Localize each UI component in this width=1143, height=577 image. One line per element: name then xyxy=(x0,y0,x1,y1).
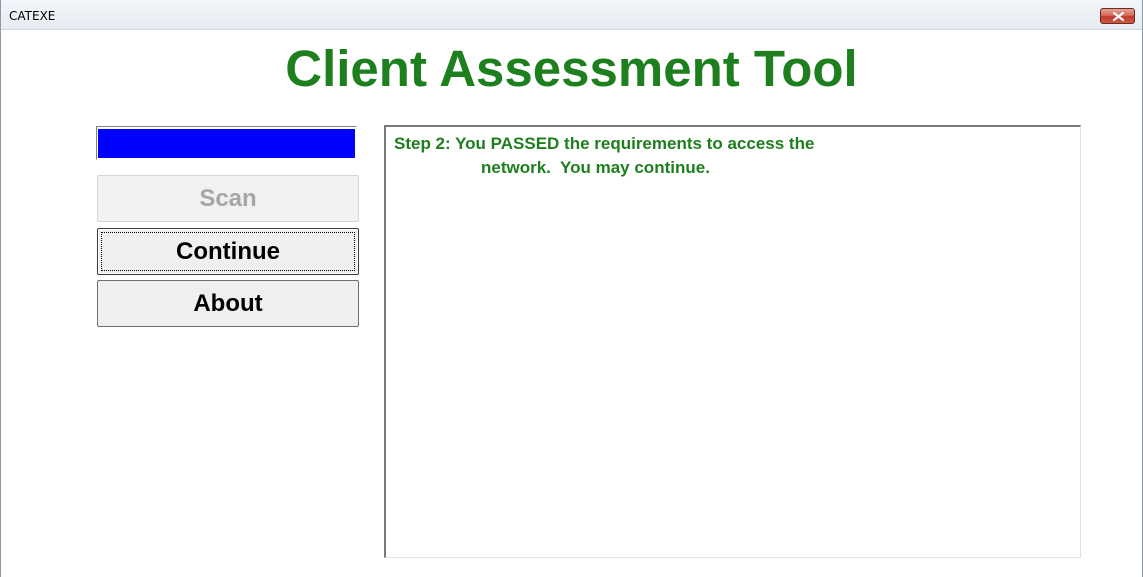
progress-bar xyxy=(96,126,357,160)
output-line: Step 2: You PASSED the requirements to a… xyxy=(394,134,815,153)
app-window: CATEXE Client Assessment Tool Scan Conti… xyxy=(0,0,1143,577)
close-icon xyxy=(1113,12,1124,21)
output-line: network. You may continue. xyxy=(481,158,710,177)
title-bar[interactable]: CATEXE xyxy=(1,0,1142,30)
progress-fill xyxy=(98,129,355,158)
window-title: CATEXE xyxy=(9,9,56,23)
scan-button[interactable]: Scan xyxy=(97,175,359,222)
about-button[interactable]: About xyxy=(97,280,359,327)
close-button[interactable] xyxy=(1100,8,1135,24)
output-log[interactable]: Step 2: You PASSED the requirements to a… xyxy=(384,125,1081,558)
continue-button-label: Continue xyxy=(176,238,280,265)
app-title: Client Assessment Tool xyxy=(285,40,858,97)
continue-button[interactable]: Continue xyxy=(97,228,359,275)
